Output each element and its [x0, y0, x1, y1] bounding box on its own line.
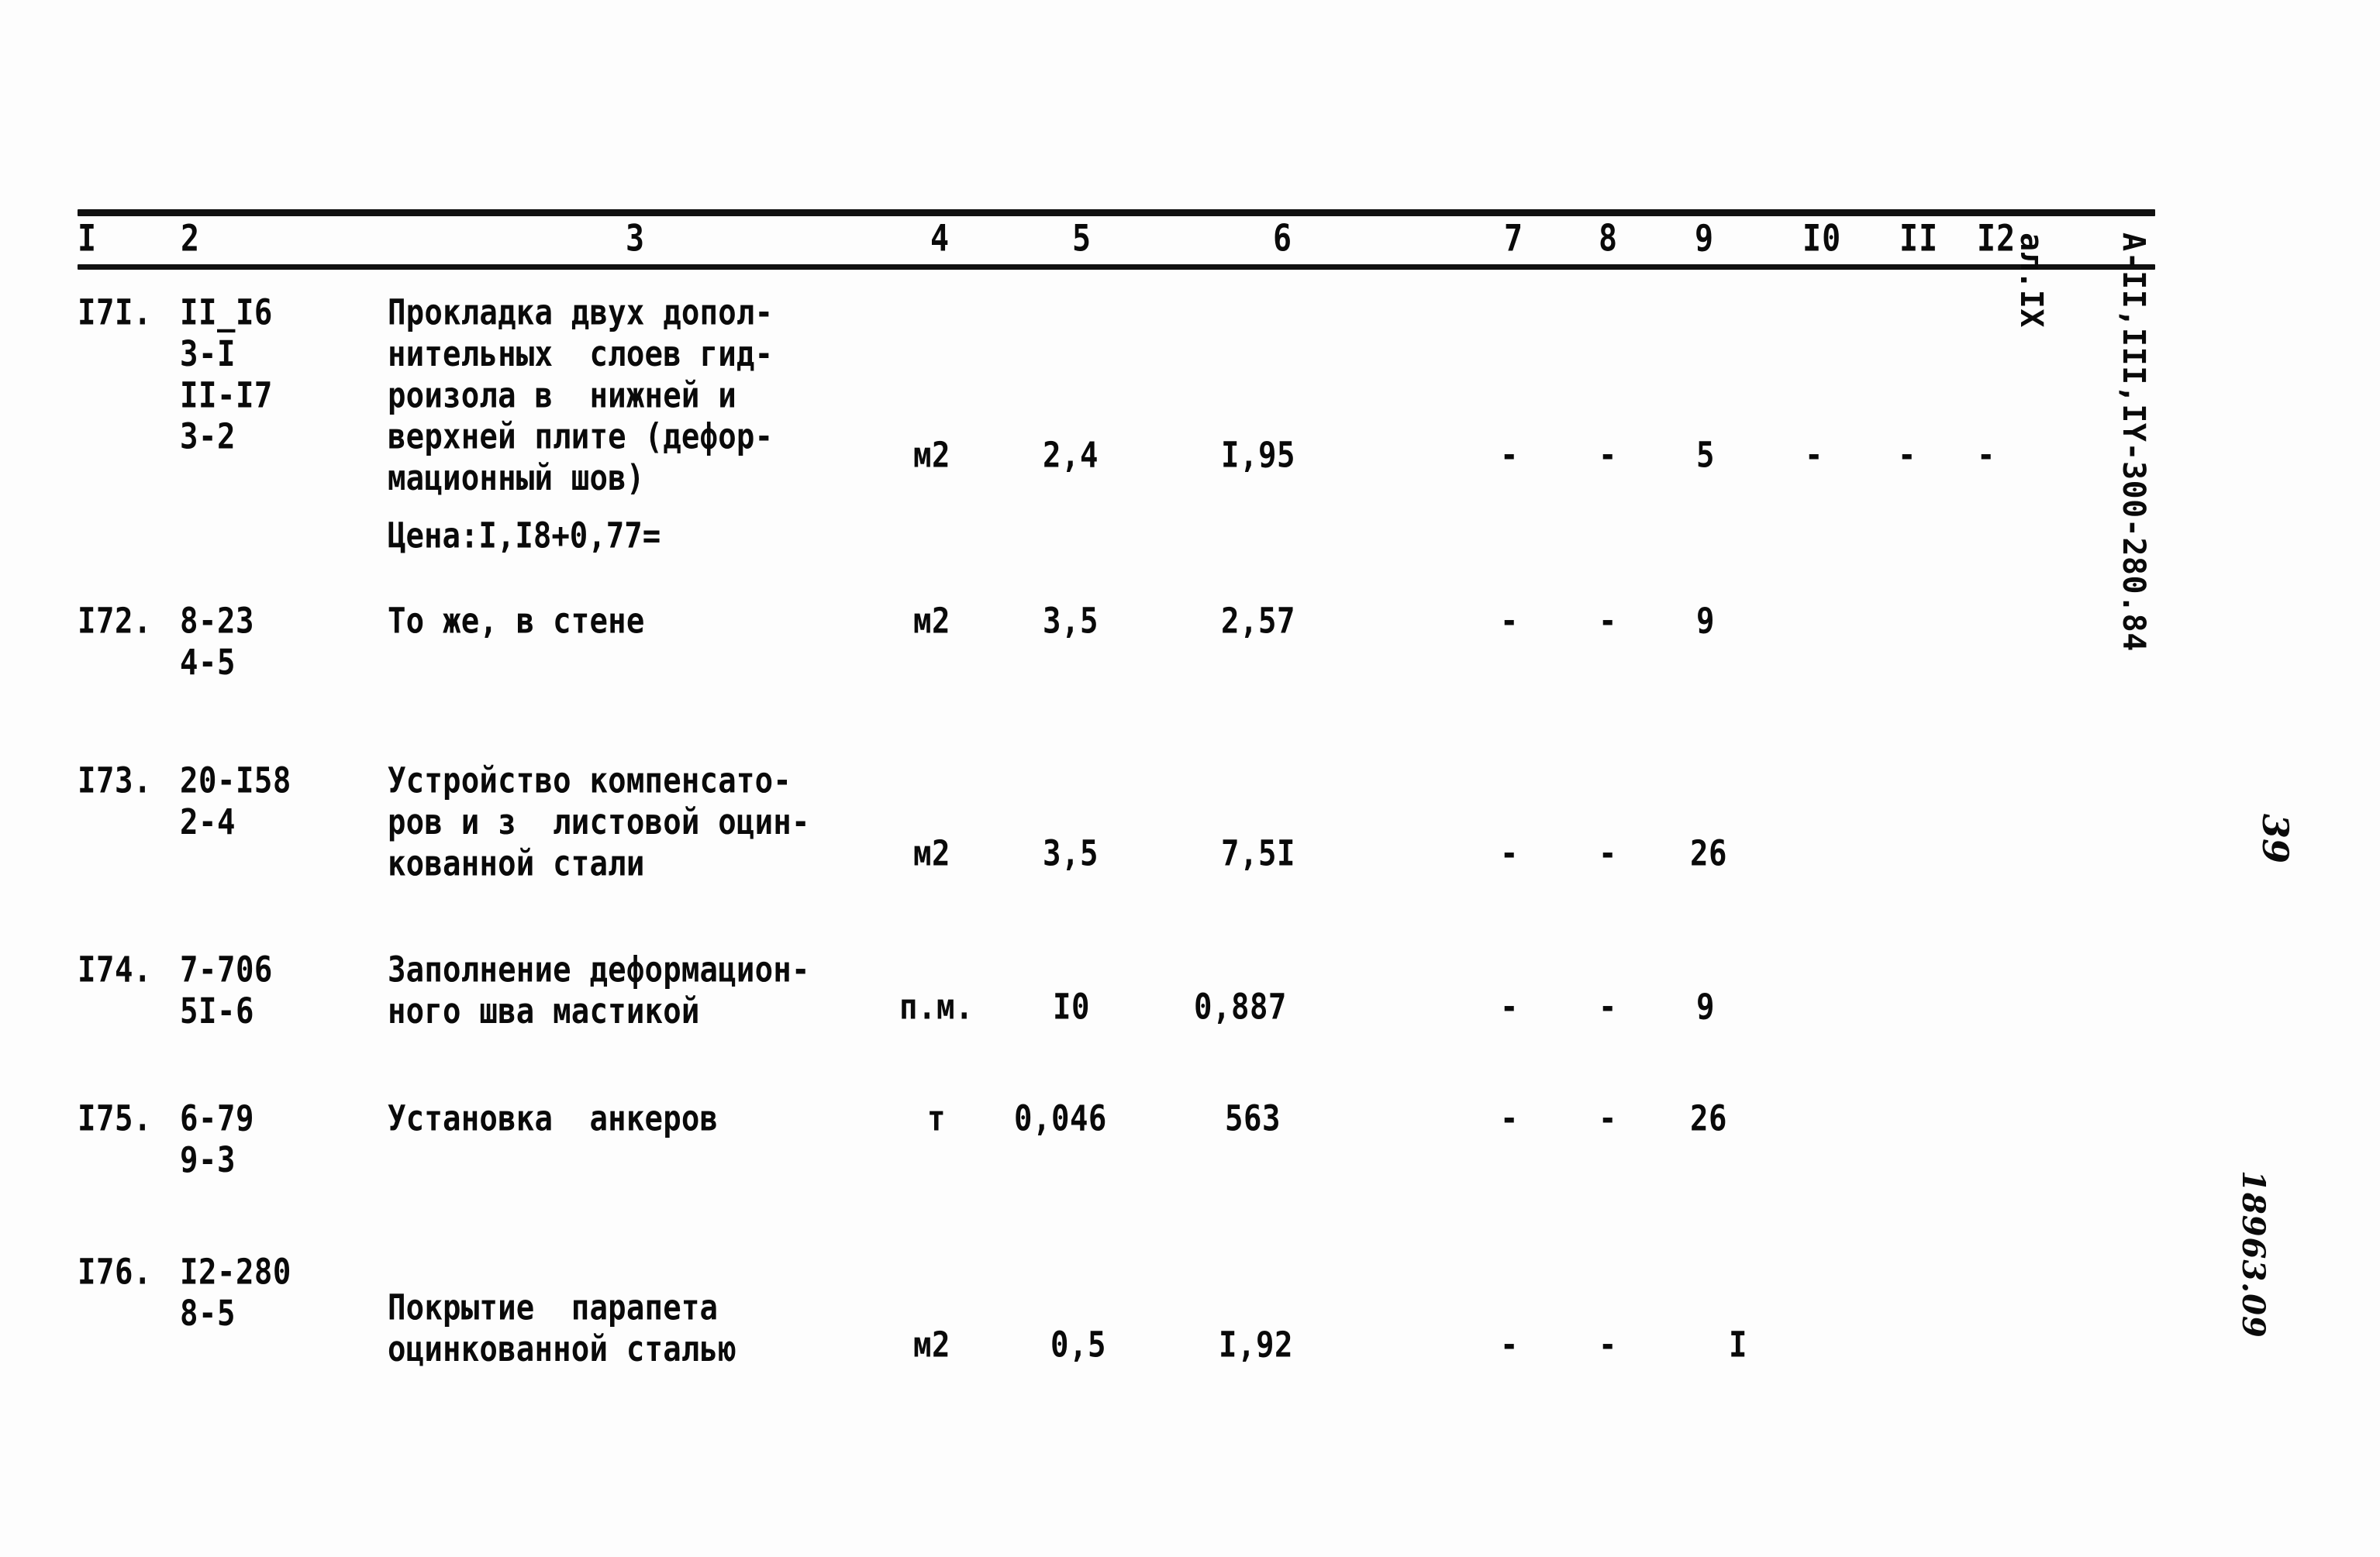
row-description: Установка анкеров [388, 1099, 719, 1140]
row-col8: - [1599, 987, 1617, 1028]
page-number: 39 [2254, 814, 2296, 864]
row-unit: т [927, 1099, 946, 1140]
row-number: I74. [78, 950, 152, 991]
row-description: Заполнение деформацион- ного шва мастико… [388, 950, 810, 1032]
row-col7: - [1500, 987, 1519, 1028]
row-col6: 563 [1225, 1099, 1281, 1140]
row-description: Покрытие парапета оцинкованной сталью [388, 1288, 736, 1370]
row-col8: - [1599, 601, 1617, 642]
column-header-3: 3 [626, 218, 646, 260]
table-body: I7I. II_I6 3-I II-I7 3-2 Прокладка двух … [78, 270, 2155, 1395]
row-code: 20-I58 2-4 [180, 761, 291, 843]
row-col6: I,92 [1219, 1325, 1293, 1366]
table-row[interactable]: I76. I2-280 8-5 Покрытие парапета оцинко… [78, 1240, 2155, 1395]
row-col9: 26 [1690, 1099, 1727, 1140]
column-header-7: 7 [1504, 218, 1524, 260]
row-col5: 0,046 [1014, 1099, 1107, 1140]
column-header-9: 9 [1695, 218, 1715, 260]
row-price-note: Цена:I,I8+0,77= [388, 516, 661, 557]
row-col11: - [1898, 436, 1916, 477]
row-col7: - [1500, 834, 1519, 875]
column-header-4: 4 [930, 218, 950, 260]
row-code: I2-280 8-5 [180, 1252, 291, 1335]
scanned-document-page: I 2 3 4 5 6 7 8 9 I0 II I2 I7I. II_I6 3-… [0, 0, 2380, 1557]
table-header-row: I 2 3 4 5 6 7 8 9 I0 II I2 [78, 216, 2155, 264]
row-col5: I0 [1053, 987, 1090, 1028]
column-header-2: 2 [181, 218, 201, 260]
row-col5: 2,4 [1043, 436, 1099, 477]
archive-stamp: 18963.09 [2235, 1170, 2271, 1338]
row-col6: 0,887 [1194, 987, 1287, 1028]
row-col9: 9 [1696, 601, 1715, 642]
row-description: Устройство компенсато- ров и з листовой … [388, 761, 810, 884]
table-row[interactable]: I7I. II_I6 3-I II-I7 3-2 Прокладка двух … [78, 270, 2155, 580]
table-row[interactable]: I72. 8-23 4-5 То же, в стене м2 3,5 2,57… [78, 580, 2155, 742]
row-col8: - [1599, 1099, 1617, 1140]
row-col8: - [1599, 1325, 1617, 1366]
row-col5: 3,5 [1043, 601, 1099, 642]
row-col6: I,95 [1221, 436, 1295, 477]
row-col6: 2,57 [1221, 601, 1295, 642]
margin-code-line-1: А-II,III,IY-300-280.84 [2116, 233, 2151, 652]
row-col7: - [1500, 1099, 1519, 1140]
margin-code-line-2: ал.IX [2013, 233, 2049, 328]
column-header-11: II [1899, 218, 1939, 260]
column-header-10: I0 [1802, 218, 1842, 260]
table-top-rule [78, 209, 2155, 216]
row-col9: 9 [1696, 987, 1715, 1028]
table-row[interactable]: I75. 6-79 9-3 Установка анкеров т 0,046 … [78, 1085, 2155, 1240]
row-number: I73. [78, 761, 152, 802]
row-code: 6-79 9-3 [180, 1099, 254, 1181]
column-header-8: 8 [1599, 218, 1619, 260]
row-unit: м2 [913, 601, 950, 642]
estimate-table: I 2 3 4 5 6 7 8 9 I0 II I2 I7I. II_I6 3-… [78, 209, 2155, 1395]
row-col9: I [1729, 1325, 1747, 1366]
row-col5: 3,5 [1043, 834, 1099, 875]
row-col10: - [1805, 436, 1823, 477]
row-unit: м2 [913, 436, 950, 477]
row-code: 7-706 5I-6 [180, 950, 273, 1032]
row-number: I7I. [78, 293, 152, 334]
column-header-5: 5 [1072, 218, 1092, 260]
column-header-6: 6 [1273, 218, 1293, 260]
row-number: I75. [78, 1099, 152, 1140]
table-row[interactable]: I74. 7-706 5I-6 Заполнение деформацион- … [78, 936, 2155, 1085]
column-header-1: I [78, 218, 98, 260]
row-col7: - [1500, 1325, 1519, 1366]
table-row[interactable]: I73. 20-I58 2-4 Устройство компенсато- р… [78, 742, 2155, 936]
row-col8: - [1599, 436, 1617, 477]
row-unit: м2 [913, 834, 950, 875]
row-unit: м2 [913, 1325, 950, 1366]
table-header-rule [78, 264, 2155, 270]
row-col6: 7,5I [1221, 834, 1295, 875]
row-unit: п.м. [899, 987, 974, 1028]
row-col5: 0,5 [1050, 1325, 1106, 1366]
row-col9: 26 [1690, 834, 1727, 875]
row-col8: - [1599, 834, 1617, 875]
row-description: Прокладка двух допол- нительных слоев ги… [388, 293, 774, 499]
margin-document-code: А-II,III,IY-300-280.84 ал.IX [1946, 233, 2219, 652]
row-description: То же, в стене [388, 601, 645, 642]
row-number: I72. [78, 601, 152, 642]
row-col9: 5 [1696, 436, 1715, 477]
row-col7: - [1500, 436, 1519, 477]
row-col7: - [1500, 601, 1519, 642]
row-code: 8-23 4-5 [180, 601, 254, 684]
row-number: I76. [78, 1252, 152, 1293]
row-code: II_I6 3-I II-I7 3-2 [180, 293, 273, 458]
